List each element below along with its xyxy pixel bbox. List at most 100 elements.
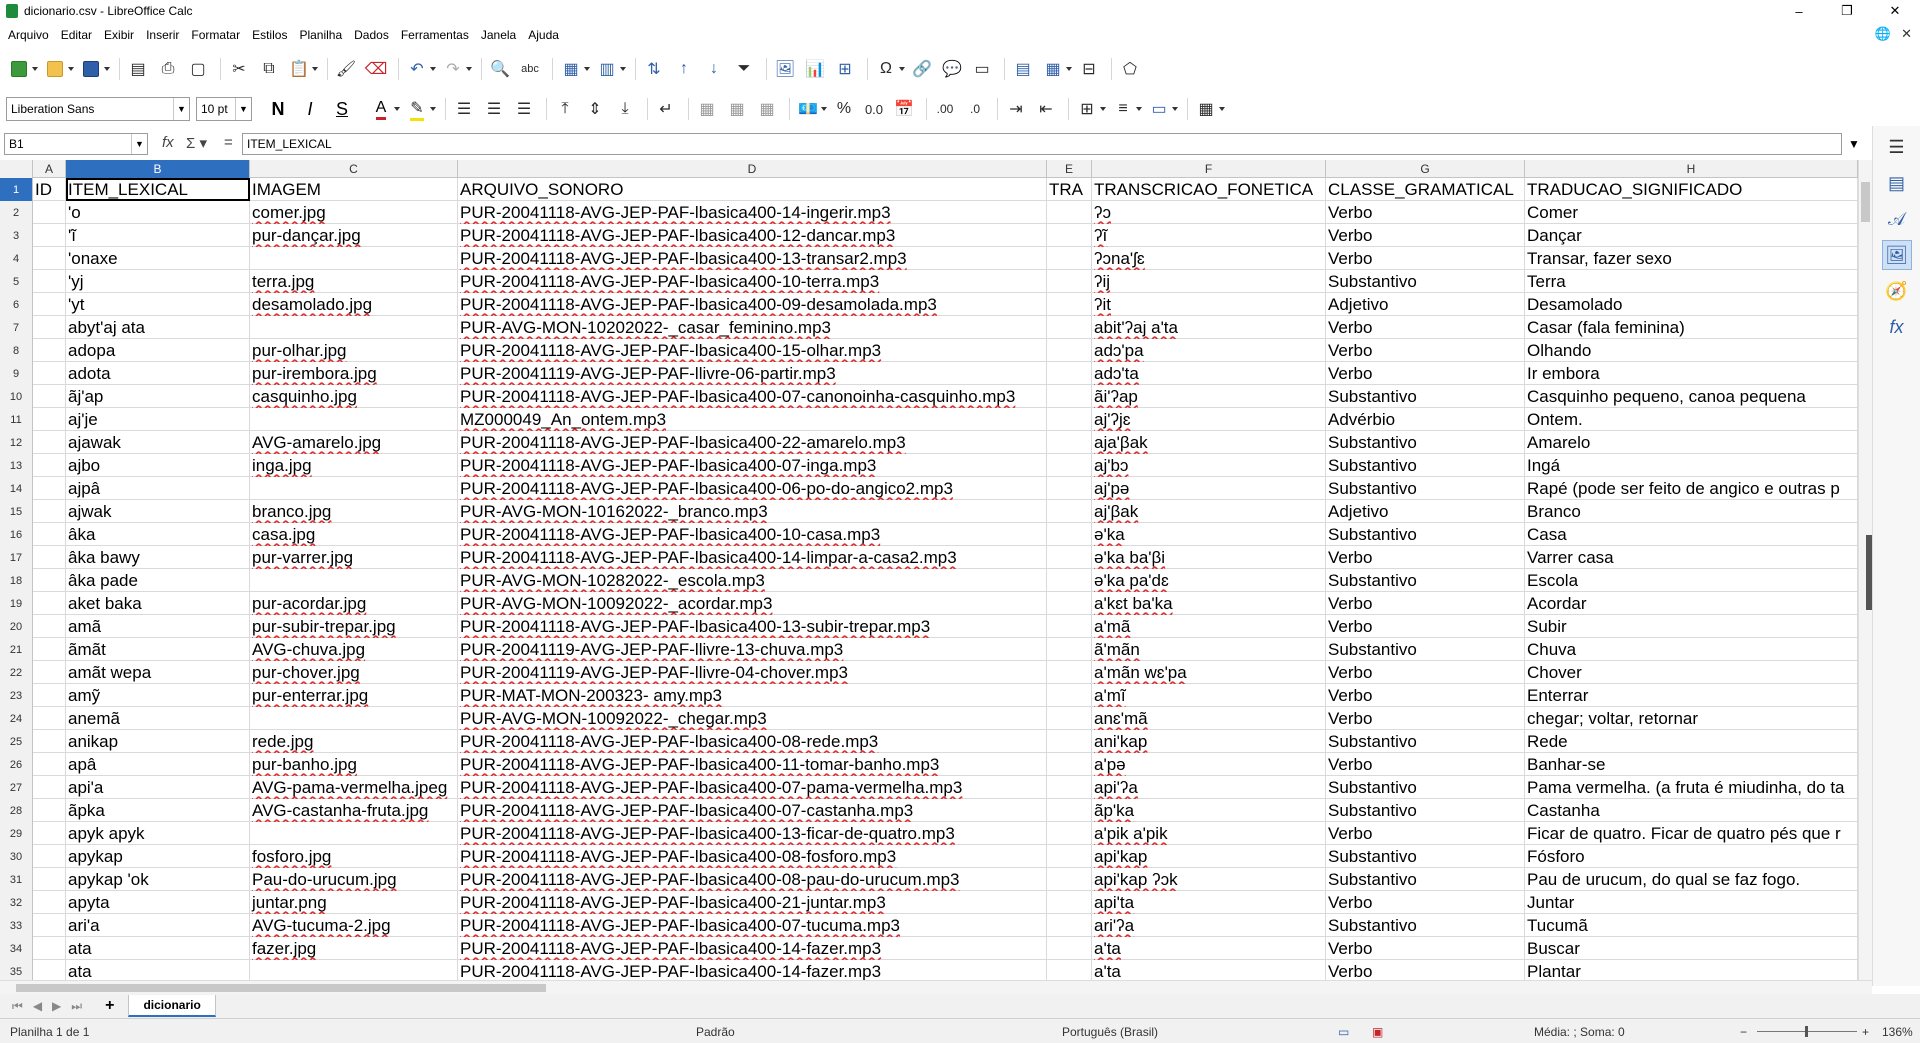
cell[interactable]: âka bawy [66,546,250,569]
wrap-text-button[interactable]: ↵ [653,96,679,122]
scrollbar-thumb[interactable] [16,984,546,992]
cell[interactable] [33,500,66,523]
cell[interactable]: Verbo [1326,960,1525,980]
column-header-h[interactable]: H [1525,160,1858,178]
cell[interactable]: Escola [1525,569,1858,592]
cell[interactable]: AVG-tucuma-2.jpg [250,914,458,937]
cell[interactable]: Substantivo [1326,845,1525,868]
styles-icon[interactable]: 𝒜 [1882,204,1912,234]
cell[interactable]: ʔɔna'ʃɛ [1092,247,1326,270]
align-right-button[interactable]: ☰ [511,96,537,122]
number-format-button[interactable]: 0.0 [861,96,887,122]
cell[interactable] [33,684,66,707]
horizontal-scrollbar[interactable] [0,980,1872,994]
autofilter-button[interactable]: ⏷ [731,56,757,82]
cell[interactable]: aj'βak [1092,500,1326,523]
scrollbar-thumb[interactable] [1861,182,1870,222]
row-header[interactable]: 8 [0,339,33,362]
row-header[interactable]: 28 [0,799,33,822]
cell[interactable] [250,822,458,845]
row-header[interactable]: 15 [0,500,33,523]
export-pdf-button[interactable]: ▤ [125,56,151,82]
globe-icon[interactable]: 🌐 [1875,26,1891,42]
cell[interactable]: Verbo [1326,615,1525,638]
cell[interactable] [33,615,66,638]
name-box[interactable]: B1 ▼ [4,133,148,155]
cell[interactable]: AVG-pama-vermelha.jpeg [250,776,458,799]
borders-button[interactable]: ⊞ [1074,96,1106,122]
chevron-down-icon[interactable]: ▼ [235,98,251,120]
row-header[interactable]: 32 [0,891,33,914]
decrease-indent-button[interactable]: ⇤ [1033,96,1059,122]
border-color-button[interactable]: ▭ [1146,96,1178,122]
cell[interactable] [33,408,66,431]
cell[interactable] [250,960,458,980]
split-window-button[interactable]: ⊟ [1076,56,1102,82]
find-replace-button[interactable]: 🔍 [487,56,513,82]
font-size-box[interactable]: 10 pt ▼ [196,97,252,121]
cell[interactable]: Varrer casa [1525,546,1858,569]
cell[interactable]: ʔij [1092,270,1326,293]
menu-inserir[interactable]: Inserir [140,28,185,42]
font-color-button[interactable]: A [368,96,400,122]
cell[interactable] [33,293,66,316]
cell[interactable]: ʔit [1092,293,1326,316]
sum-icon[interactable]: Σ ▾ [186,134,207,152]
cell[interactable] [250,316,458,339]
row-header[interactable]: 27 [0,776,33,799]
cell[interactable]: Substantivo [1326,776,1525,799]
cell[interactable]: Verbo [1326,592,1525,615]
cell[interactable]: aj'pə [1092,477,1326,500]
row-header[interactable]: 3 [0,224,33,247]
cell[interactable]: rede.jpg [250,730,458,753]
freeze-rows-columns-button[interactable]: ▦ [1040,56,1072,82]
cell[interactable]: branco.jpg [250,500,458,523]
sort-ascending-button[interactable]: ↑ [671,56,697,82]
row-header[interactable]: 18 [0,569,33,592]
cell[interactable] [250,408,458,431]
cell[interactable]: PUR-20041118-AVG-JEP-PAF-lbasica400-14-f… [458,937,1047,960]
column-header-c[interactable]: C [250,160,458,178]
cell[interactable]: Branco [1525,500,1858,523]
cell[interactable]: ARQUIVO_SONORO [458,178,1047,201]
cell[interactable]: Verbo [1326,822,1525,845]
cell[interactable]: pur-banho.jpg [250,753,458,776]
spelling-button[interactable]: abc [517,56,543,82]
row-header[interactable]: 26 [0,753,33,776]
cell[interactable] [33,730,66,753]
currency-format-button[interactable]: 💶 [795,96,827,122]
cell[interactable] [250,707,458,730]
cell[interactable]: ə'ka ba'βi [1092,546,1326,569]
cell[interactable] [1047,730,1092,753]
cell[interactable]: PUR-20041118-AVG-JEP-PAF-lbasica400-14-l… [458,546,1047,569]
cell[interactable] [1047,316,1092,339]
menu-janela[interactable]: Janela [475,28,522,42]
cell[interactable]: a'ta [1092,960,1326,980]
next-sheet-icon[interactable]: ▶ [52,999,61,1013]
cell[interactable]: AVG-amarelo.jpg [250,431,458,454]
cell[interactable]: Substantivo [1326,431,1525,454]
bold-button[interactable]: N [266,99,290,120]
cell[interactable]: ata [66,960,250,980]
cell[interactable]: PUR-20041119-AVG-JEP-PAF-llivre-04-chove… [458,661,1047,684]
cell[interactable]: MZ000049_An_ontem.mp3 [458,408,1047,431]
cell[interactable]: adota [66,362,250,385]
hyperlink-button[interactable]: 🔗 [909,56,935,82]
cell[interactable] [33,477,66,500]
column-header-g[interactable]: G [1326,160,1525,178]
cell[interactable]: PUR-20041118-AVG-JEP-PAF-lbasica400-06-p… [458,477,1047,500]
cell[interactable]: ʔĩ [1092,224,1326,247]
zoom-in-icon[interactable]: + [1862,1025,1869,1039]
align-center-button[interactable]: ☰ [481,96,507,122]
row-button[interactable]: ▦ [558,56,590,82]
cell[interactable]: PUR-AVG-MON-10202022-_casar_feminino.mp3 [458,316,1047,339]
cell[interactable]: aj'ʔjɛ [1092,408,1326,431]
cell[interactable] [250,247,458,270]
cell[interactable] [1047,776,1092,799]
print-preview-button[interactable]: ▢ [185,56,211,82]
cell[interactable] [33,592,66,615]
cell[interactable] [33,362,66,385]
cell[interactable]: Verbo [1326,201,1525,224]
cell[interactable]: adopa [66,339,250,362]
cell[interactable]: PUR-20041118-AVG-JEP-PAF-lbasica400-22-a… [458,431,1047,454]
